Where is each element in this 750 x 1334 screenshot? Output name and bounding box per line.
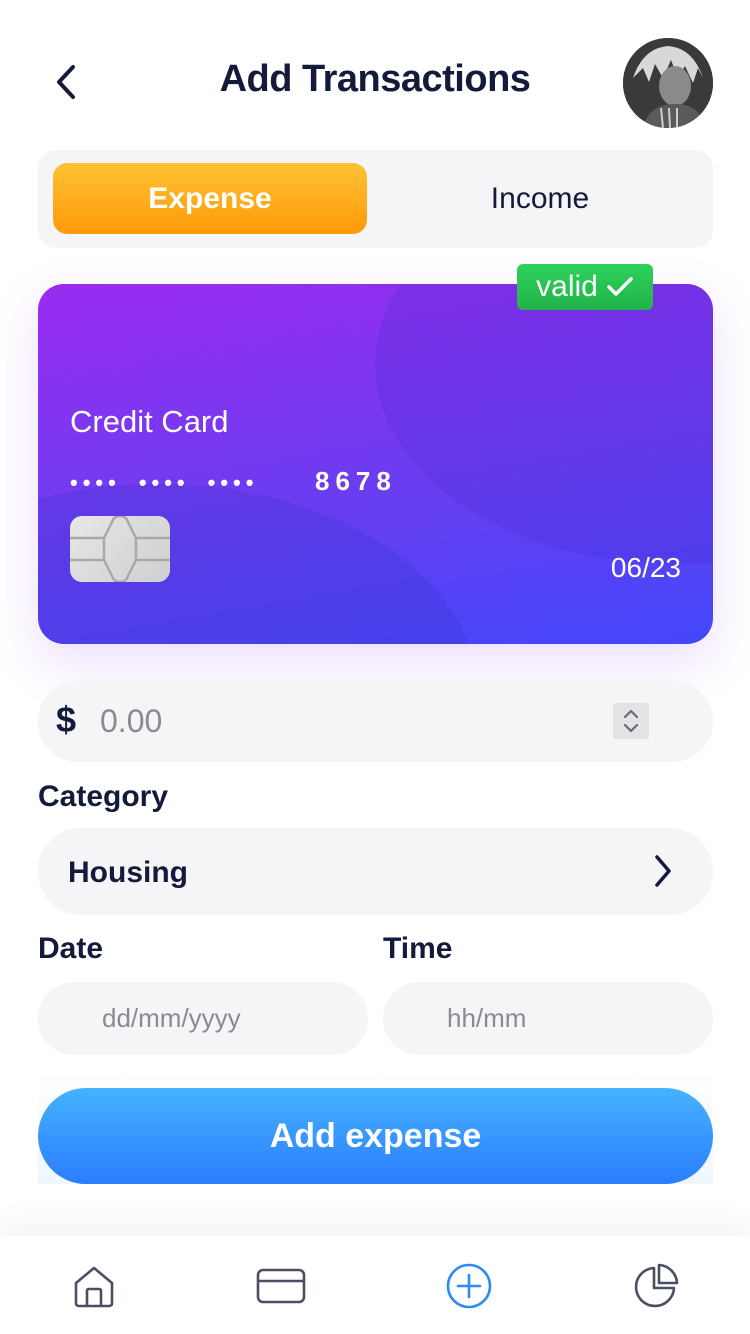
amount-field: $ <box>38 681 713 762</box>
add-circle-icon <box>446 1263 492 1309</box>
currency-symbol: $ <box>56 699 77 740</box>
tab-cards[interactable] <box>251 1256 311 1316</box>
valid-badge: valid <box>517 264 653 310</box>
card-decoration <box>375 284 713 564</box>
tab-add-transaction[interactable] <box>439 1256 499 1316</box>
card-masked-number: •••• •••• •••• <box>70 470 276 496</box>
tab-statistics[interactable] <box>626 1256 686 1316</box>
category-label: Category <box>38 780 169 813</box>
category-select[interactable]: Housing <box>38 828 713 915</box>
masked-group: •••• <box>138 470 190 495</box>
tab-home[interactable] <box>64 1256 124 1316</box>
pie-chart-icon <box>634 1263 679 1308</box>
header: Add Transactions <box>0 0 750 150</box>
valid-badge-label: valid <box>536 270 598 303</box>
time-input[interactable] <box>383 982 713 1055</box>
category-value: Housing <box>68 856 188 889</box>
masked-group: •••• <box>207 470 259 495</box>
masked-group: •••• <box>70 470 121 495</box>
stepper-arrows-icon <box>623 709 639 733</box>
date-input[interactable] <box>38 982 368 1055</box>
transaction-type-toggle: Expense Income <box>38 150 713 248</box>
card-chip-icon <box>70 514 170 584</box>
card-icon <box>256 1268 306 1304</box>
add-expense-button[interactable]: Add expense <box>38 1088 713 1184</box>
card-type: Credit Card <box>70 404 229 439</box>
card-last-four: 8678 <box>315 466 397 496</box>
chevron-right-icon <box>655 855 671 887</box>
amount-input[interactable] <box>100 681 600 762</box>
card-expiry: 06/23 <box>610 552 681 583</box>
avatar-image <box>623 38 713 128</box>
user-avatar[interactable] <box>623 38 713 128</box>
income-tab[interactable]: Income <box>383 163 697 234</box>
time-label: Time <box>383 932 453 965</box>
home-icon <box>74 1266 114 1308</box>
credit-card[interactable]: Credit Card •••• •••• •••• 8678 06/23 <box>38 284 713 644</box>
submit-area: Add expense <box>38 1070 713 1184</box>
date-label: Date <box>38 932 104 965</box>
check-icon <box>607 277 633 296</box>
amount-stepper[interactable] <box>613 703 649 739</box>
expense-tab[interactable]: Expense <box>53 163 367 234</box>
bottom-tab-bar <box>0 1236 750 1334</box>
